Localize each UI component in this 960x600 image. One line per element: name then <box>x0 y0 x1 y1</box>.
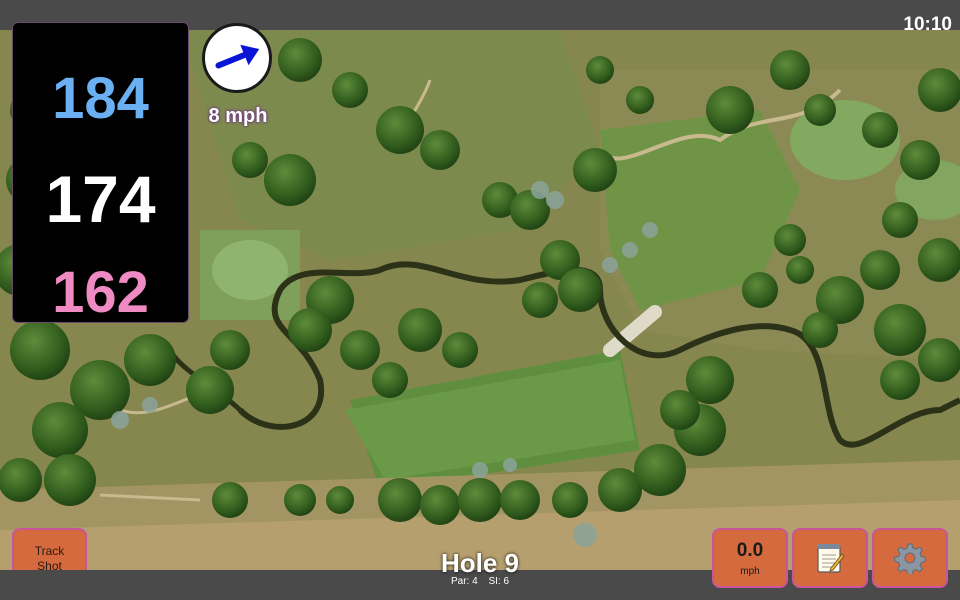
notepad-icon <box>817 544 845 573</box>
front-of-green-distance: 162 <box>52 260 149 325</box>
wind-arrow-icon <box>215 44 260 69</box>
hole-stroke-index: SI: 6 <box>488 576 510 587</box>
speed-value: 0.0 <box>736 540 764 561</box>
speed-unit: mph <box>740 566 760 577</box>
hole-title: Hole 9 <box>440 548 520 578</box>
distance-panel: 184 174 162 <box>12 22 189 325</box>
back-of-green-distance: 184 <box>52 66 149 131</box>
speed-button[interactable]: 0.0 mph <box>712 528 788 588</box>
wind-speed-label: 8 mph <box>208 105 268 127</box>
settings-button[interactable] <box>872 528 948 588</box>
gear-icon <box>894 543 926 574</box>
wind-direction-indicator <box>202 23 272 93</box>
notes-button[interactable] <box>792 528 868 588</box>
middle-of-green-distance: 174 <box>45 162 156 236</box>
hole-meta: Par: 4 SI: 6 <box>380 576 580 587</box>
hole-par: Par: 4 <box>450 576 478 587</box>
